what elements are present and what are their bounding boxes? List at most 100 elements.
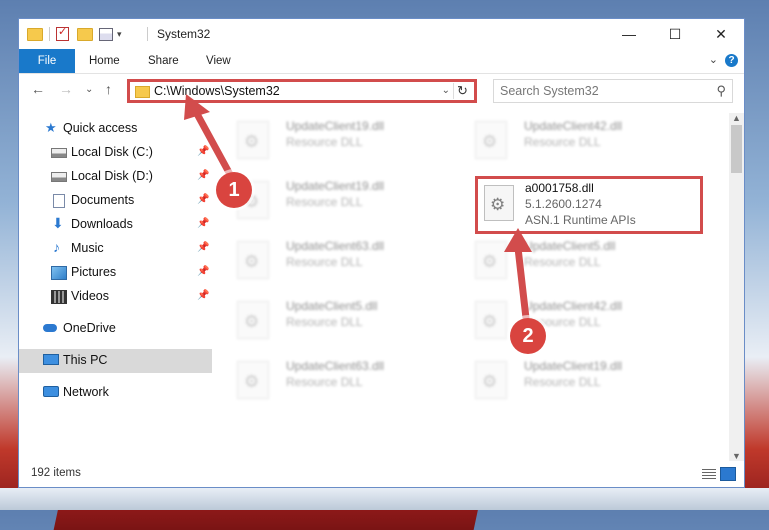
expand-ribbon-chevron-icon[interactable]: ⌄: [709, 53, 718, 66]
drive-icon: [51, 148, 67, 158]
dll-file-icon: [237, 121, 269, 159]
pin-icon[interactable]: 📌: [197, 146, 209, 157]
sidebar-item-downloads[interactable]: ⬇ Downloads 📌: [19, 213, 212, 237]
address-dropdown-chevron-icon[interactable]: ⌄: [442, 85, 450, 96]
dll-file-icon: [475, 241, 507, 279]
customize-toolbar-chevron-icon[interactable]: ▾: [117, 29, 122, 40]
search-icon[interactable]: ⚲: [716, 83, 726, 99]
file-description: Resource DLL: [524, 255, 601, 269]
file-description: Resource DLL: [286, 135, 363, 149]
dll-file-icon: [237, 361, 269, 399]
file-description: Resource DLL: [286, 195, 363, 209]
back-arrow-icon[interactable]: ←: [31, 81, 45, 97]
pin-icon[interactable]: 📌: [197, 218, 209, 229]
file-highlight-box: [475, 176, 703, 234]
sidebar-item-documents[interactable]: Documents 📌: [19, 189, 212, 213]
file-name: UpdateClient5.dll: [286, 299, 378, 313]
dll-file-icon: [475, 361, 507, 399]
refresh-icon[interactable]: ↻: [453, 83, 471, 99]
vertical-scrollbar[interactable]: ▲ ▼: [729, 113, 744, 461]
tab-view[interactable]: View: [206, 49, 231, 73]
address-path[interactable]: C:\Windows\System32: [154, 84, 280, 98]
sidebar-item-label: Music: [71, 241, 104, 255]
pin-icon[interactable]: 📌: [197, 242, 209, 253]
tab-home[interactable]: Home: [89, 49, 120, 73]
help-icon[interactable]: ?: [725, 54, 738, 67]
file-description: Resource DLL: [524, 135, 601, 149]
sidebar-item-label: This PC: [63, 353, 108, 367]
search-box[interactable]: Search System32 ⚲: [493, 79, 733, 103]
sidebar-item-network[interactable]: Network: [19, 381, 212, 405]
file-name: UpdateClient5.dll: [524, 239, 616, 253]
file-item[interactable]: UpdateClient5.dll Resource DLL: [457, 235, 687, 281]
file-description: Resource DLL: [286, 255, 363, 269]
file-list: UpdateClient19.dll Resource DLL UpdateCl…: [219, 113, 729, 461]
file-name: UpdateClient19.dll: [524, 359, 623, 373]
sidebar-item-local-disk-d[interactable]: Local Disk (D:) 📌: [19, 165, 212, 189]
properties-icon[interactable]: [99, 27, 113, 41]
sidebar-item-label: Downloads: [71, 217, 133, 231]
file-item[interactable]: UpdateClient63.dll Resource DLL: [219, 355, 449, 401]
file-name: UpdateClient42.dll: [524, 299, 623, 313]
properties-check-icon[interactable]: [56, 25, 69, 41]
file-item[interactable]: UpdateClient5.dll Resource DLL: [219, 295, 449, 341]
file-description: Resource DLL: [286, 375, 363, 389]
file-item[interactable]: UpdateClient42.dll Resource DLL: [457, 295, 687, 341]
file-description: Resource DLL: [524, 375, 601, 389]
address-bar[interactable]: C:\Windows\System32 ⌄ ↻: [127, 79, 477, 103]
folder-icon[interactable]: [27, 27, 43, 41]
downloads-icon: ⬇: [52, 215, 64, 231]
details-view-icon[interactable]: [702, 469, 716, 479]
up-arrow-icon[interactable]: ↑: [105, 81, 112, 97]
file-item[interactable]: UpdateClient19.dll Resource DLL: [457, 355, 687, 401]
maximize-button[interactable]: ☐: [652, 19, 698, 49]
new-folder-icon[interactable]: [77, 27, 93, 41]
large-icons-view-icon[interactable]: [720, 467, 736, 481]
file-item[interactable]: UpdateClient19.dll Resource DLL: [219, 175, 449, 221]
dll-file-icon: [237, 241, 269, 279]
scroll-down-icon[interactable]: ▼: [732, 451, 741, 461]
tab-share[interactable]: Share: [148, 49, 179, 73]
pin-icon[interactable]: 📌: [197, 194, 209, 205]
pin-icon[interactable]: 📌: [197, 290, 209, 301]
search-placeholder[interactable]: Search System32: [500, 84, 599, 98]
music-icon: ♪: [53, 239, 60, 255]
sidebar-item-onedrive[interactable]: OneDrive: [19, 317, 212, 341]
this-pc-icon: [43, 354, 59, 365]
forward-arrow-icon[interactable]: →: [59, 81, 73, 97]
sidebar-item-local-disk-c[interactable]: Local Disk (C:) 📌: [19, 141, 212, 165]
sidebar-item-label: Local Disk (D:): [71, 169, 153, 183]
file-item[interactable]: UpdateClient19.dll Resource DLL: [219, 115, 449, 161]
dll-file-icon: [475, 301, 507, 339]
minimize-button[interactable]: —: [606, 19, 652, 49]
file-description: Resource DLL: [286, 315, 363, 329]
file-explorer-window: ▾ System32 — ☐ ✕ File Home Share View ⌄ …: [18, 18, 745, 488]
file-item[interactable]: UpdateClient63.dll Resource DLL: [219, 235, 449, 281]
close-button[interactable]: ✕: [698, 19, 744, 49]
ribbon-tabs: File Home Share View ⌄ ?: [19, 49, 744, 74]
sidebar-item-pictures[interactable]: Pictures 📌: [19, 261, 212, 285]
pin-icon[interactable]: 📌: [197, 266, 209, 277]
recent-locations-chevron-icon[interactable]: ⌄: [85, 84, 93, 95]
videos-icon: [51, 290, 67, 304]
file-name: UpdateClient42.dll: [524, 119, 623, 133]
sidebar-item-label: Pictures: [71, 265, 117, 279]
scroll-up-icon[interactable]: ▲: [732, 113, 741, 123]
step-2-badge: 2: [510, 318, 546, 354]
sidebar-item-videos[interactable]: Videos 📌: [19, 285, 212, 309]
sidebar-item-label: OneDrive: [63, 321, 116, 335]
drive-icon: [51, 172, 67, 182]
file-item[interactable]: UpdateClient42.dll Resource DLL: [457, 115, 687, 161]
title-divider: [147, 27, 148, 41]
pictures-icon: [51, 266, 67, 280]
sidebar-item-music[interactable]: ♪ Music 📌: [19, 237, 212, 261]
navigation-pane: ★ Quick access Local Disk (C:) 📌 Local D…: [19, 113, 212, 461]
scroll-thumb[interactable]: [731, 125, 742, 173]
documents-icon: [53, 194, 65, 208]
step-1-badge: 1: [216, 172, 252, 208]
sidebar-item-quick-access[interactable]: ★ Quick access: [19, 117, 212, 141]
sidebar-item-this-pc[interactable]: This PC: [19, 349, 212, 373]
dll-file-icon: [237, 301, 269, 339]
pin-icon[interactable]: 📌: [197, 170, 209, 181]
tab-file[interactable]: File: [19, 49, 75, 73]
